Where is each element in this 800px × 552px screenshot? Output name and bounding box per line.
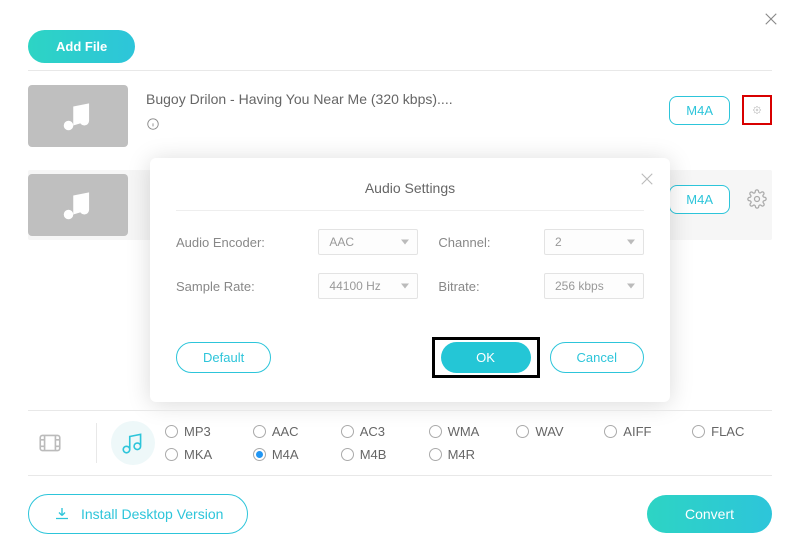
encoder-select[interactable]: AAC (318, 229, 418, 255)
format-label: AIFF (623, 424, 651, 439)
modal-title: Audio Settings (176, 174, 644, 210)
radio-icon (165, 448, 178, 461)
modal-close-icon[interactable] (638, 170, 656, 193)
format-badge[interactable]: M4A (669, 96, 730, 125)
default-button[interactable]: Default (176, 342, 271, 373)
format-label: WMA (448, 424, 480, 439)
format-label: MKA (184, 447, 212, 462)
radio-icon (429, 448, 442, 461)
format-option-m4b[interactable]: M4B (341, 447, 421, 462)
install-desktop-button[interactable]: Install Desktop Version (28, 494, 248, 534)
bitrate-select[interactable]: 256 kbps (544, 273, 644, 299)
audio-settings-modal: Audio Settings Audio Encoder: AAC Channe… (150, 158, 670, 402)
format-label: FLAC (711, 424, 744, 439)
radio-icon (604, 425, 617, 438)
bitrate-label: Bitrate: (438, 279, 524, 294)
radio-icon (692, 425, 705, 438)
radio-icon (516, 425, 529, 438)
format-option-mp3[interactable]: MP3 (165, 424, 245, 439)
format-badge[interactable]: M4A (669, 185, 730, 214)
radio-icon (429, 425, 442, 438)
radio-icon (341, 425, 354, 438)
footer: Install Desktop Version Convert (28, 494, 772, 534)
format-option-aiff[interactable]: AIFF (604, 424, 684, 439)
file-title: Bugoy Drilon - Having You Near Me (320 k… (146, 91, 669, 107)
format-option-wav[interactable]: WAV (516, 424, 596, 439)
format-option-ac3[interactable]: AC3 (341, 424, 421, 439)
radio-icon (165, 425, 178, 438)
sample-rate-label: Sample Rate: (176, 279, 298, 294)
format-picker: MP3 AAC AC3 WMA WAV AIFF FLAC MKA M4A M4B M4R (28, 410, 772, 476)
divider (176, 210, 644, 211)
ok-button[interactable]: OK (441, 342, 531, 373)
sample-rate-select[interactable]: 44100 Hz (318, 273, 418, 299)
video-mode-icon[interactable] (28, 421, 72, 465)
convert-button[interactable]: Convert (647, 495, 772, 533)
cancel-button[interactable]: Cancel (550, 342, 644, 373)
divider (28, 70, 772, 71)
format-label: M4B (360, 447, 387, 462)
audio-mode-icon[interactable] (111, 421, 155, 465)
format-option-wma[interactable]: WMA (429, 424, 509, 439)
install-label: Install Desktop Version (81, 506, 223, 522)
format-option-m4a[interactable]: M4A (253, 447, 333, 462)
settings-gear-icon[interactable] (742, 184, 772, 214)
format-option-m4r[interactable]: M4R (429, 447, 509, 462)
format-label: WAV (535, 424, 563, 439)
format-option-aac[interactable]: AAC (253, 424, 333, 439)
window-close-icon[interactable] (762, 10, 780, 33)
file-thumbnail (28, 85, 128, 147)
settings-gear-icon[interactable] (742, 95, 772, 125)
add-file-button[interactable]: Add File (28, 30, 135, 63)
format-label: M4A (272, 447, 299, 462)
info-icon[interactable] (146, 117, 160, 136)
format-label: AAC (272, 424, 299, 439)
encoder-label: Audio Encoder: (176, 235, 298, 250)
ok-highlight: OK (432, 337, 540, 378)
radio-icon (253, 425, 266, 438)
divider (96, 423, 97, 463)
channel-select[interactable]: 2 (544, 229, 644, 255)
file-thumbnail (28, 174, 128, 236)
format-label: AC3 (360, 424, 385, 439)
format-option-mka[interactable]: MKA (165, 447, 245, 462)
channel-label: Channel: (438, 235, 524, 250)
file-row: Bugoy Drilon - Having You Near Me (320 k… (28, 85, 772, 147)
format-label: M4R (448, 447, 475, 462)
radio-icon (253, 448, 266, 461)
format-option-flac[interactable]: FLAC (692, 424, 772, 439)
format-label: MP3 (184, 424, 211, 439)
radio-icon (341, 448, 354, 461)
